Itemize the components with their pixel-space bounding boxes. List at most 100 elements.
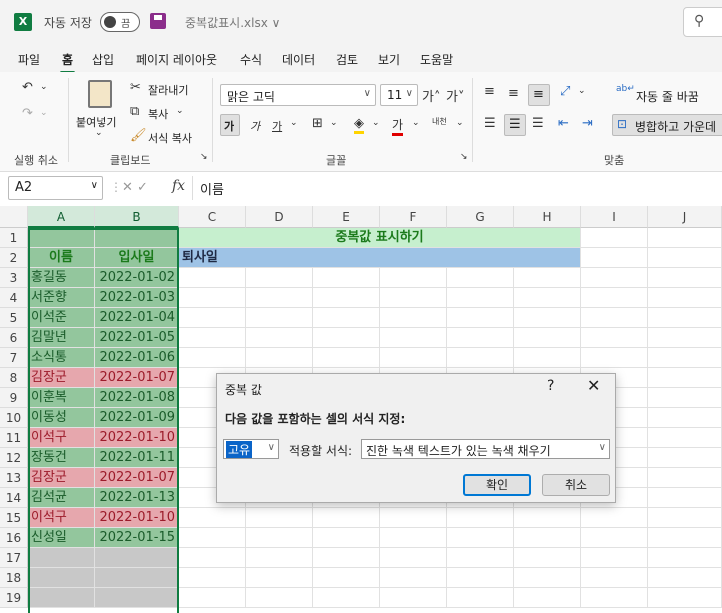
name-cell[interactable]: 서준향 [28,288,95,308]
grid-cell[interactable] [581,248,648,268]
grid-cell[interactable] [648,548,722,568]
grid-cell[interactable] [380,508,447,528]
column-header[interactable]: J [648,206,722,228]
row-header[interactable]: 13 [0,468,28,488]
row-header[interactable]: 14 [0,488,28,508]
help-icon[interactable]: ? [547,378,554,394]
fill-dropdown-icon[interactable]: ⌄ [372,118,380,128]
cancel-button[interactable]: 취소 [542,474,610,496]
grid-cell[interactable] [514,308,581,328]
date-cell[interactable]: 2022-01-03 [95,288,179,308]
grid-cell[interactable] [648,388,722,408]
grid-cell[interactable] [246,528,313,548]
orientation-dropdown-icon[interactable]: ⌄ [578,86,586,96]
font-color-dropdown-icon[interactable]: ⌄ [412,118,420,128]
row-header[interactable]: 3 [0,268,28,288]
grid-cell[interactable] [514,548,581,568]
grid-cell[interactable] [648,428,722,448]
grid-cell[interactable] [179,508,246,528]
copy-dropdown-icon[interactable]: ⌄ [176,106,184,116]
grid-cell[interactable] [380,528,447,548]
grid-cell[interactable] [447,548,514,568]
grid-cell[interactable] [447,508,514,528]
grid-cell[interactable] [380,348,447,368]
align-center-button[interactable]: ☰ [504,114,526,136]
grid-cell[interactable] [380,548,447,568]
grid-cell[interactable] [95,228,179,248]
grid-cell[interactable] [648,568,722,588]
date-cell[interactable]: 2022-01-13 [95,488,179,508]
grid-cell[interactable] [447,528,514,548]
row-header[interactable]: 4 [0,288,28,308]
name-cell[interactable]: 소식통 [28,348,95,368]
close-icon[interactable]: ✕ [587,376,600,395]
grid-cell[interactable] [648,348,722,368]
name-cell[interactable]: 김말년 [28,328,95,348]
grid-cell[interactable] [581,268,648,288]
grid-cell[interactable] [581,288,648,308]
grid-cell[interactable] [581,508,648,528]
insert-function-button[interactable]: fx [172,178,185,194]
column-header[interactable]: F [380,206,447,228]
grid-cell[interactable] [581,348,648,368]
font-color-icon[interactable]: 가 [392,116,404,136]
grid-cell[interactable] [447,568,514,588]
grid-cell[interactable] [179,588,246,608]
grid-cell[interactable] [28,548,95,568]
column-header[interactable]: H [514,206,581,228]
menu-tab[interactable]: 페이지 레이아웃 [136,51,217,68]
date-cell[interactable]: 2022-01-15 [95,528,179,548]
orientation-icon[interactable]: ⤢ [560,84,570,99]
column-header[interactable]: C [179,206,246,228]
grid-cell[interactable] [246,288,313,308]
format-painter-button[interactable]: 서식 복사 [148,130,192,146]
underline-icon[interactable]: 가 [272,118,282,134]
row-header[interactable]: 17 [0,548,28,568]
name-cell[interactable]: 이석구 [28,508,95,528]
underline-dropdown-icon[interactable]: ⌄ [290,118,298,128]
format-select[interactable]: 진한 녹색 텍스트가 있는 녹색 채우기 ∨ [361,439,610,459]
date-cell[interactable]: 2022-01-10 [95,508,179,528]
grid-cell[interactable] [648,468,722,488]
grid-cell[interactable] [514,568,581,588]
row-header[interactable]: 7 [0,348,28,368]
grid-cell[interactable] [28,568,95,588]
grid-cell[interactable] [447,288,514,308]
align-bottom-button[interactable]: ≡ [528,84,550,106]
font-name-select[interactable]: 맑은 고딕 ∨ [220,84,376,106]
align-left-icon[interactable]: ☰ [484,116,496,131]
grid-cell[interactable] [95,588,179,608]
column-header[interactable]: I [581,206,648,228]
formula-input[interactable]: 이름 [200,179,224,198]
column-header[interactable]: D [246,206,313,228]
font-size-select[interactable]: 11 ∨ [380,84,418,106]
value-type-select[interactable]: 고유 ∨ [223,439,279,459]
menu-tab[interactable]: 데이터 [282,51,315,68]
redo-icon[interactable]: ↷ [22,106,33,121]
grid-cell[interactable] [581,588,648,608]
menu-tab[interactable]: 파일 [18,51,40,68]
align-top-icon[interactable]: ≡ [484,84,495,99]
grid-cell[interactable] [581,228,648,248]
menu-tab[interactable]: 수식 [240,51,262,68]
grid-cell[interactable] [380,568,447,588]
grid-cell[interactable] [648,368,722,388]
grid-cell[interactable] [514,288,581,308]
grid-cell[interactable] [246,588,313,608]
grid-cell[interactable] [246,508,313,528]
name-cell[interactable]: 장동건 [28,448,95,468]
column-header[interactable]: G [447,206,514,228]
menu-tab[interactable]: 삽입 [92,51,114,68]
grid-cell[interactable] [648,508,722,528]
column-header[interactable]: B [95,206,179,228]
grid-cell[interactable] [648,408,722,428]
clipboard-launcher-icon[interactable]: ↘ [200,152,208,162]
bold-button[interactable]: 가 [220,114,240,136]
row-header[interactable]: 18 [0,568,28,588]
grid-cell[interactable] [313,588,380,608]
row-header[interactable]: 8 [0,368,28,388]
grid-cell[interactable] [514,328,581,348]
undo-dropdown-icon[interactable]: ⌄ [40,82,48,92]
grid-cell[interactable] [313,348,380,368]
grid-cell[interactable] [95,548,179,568]
